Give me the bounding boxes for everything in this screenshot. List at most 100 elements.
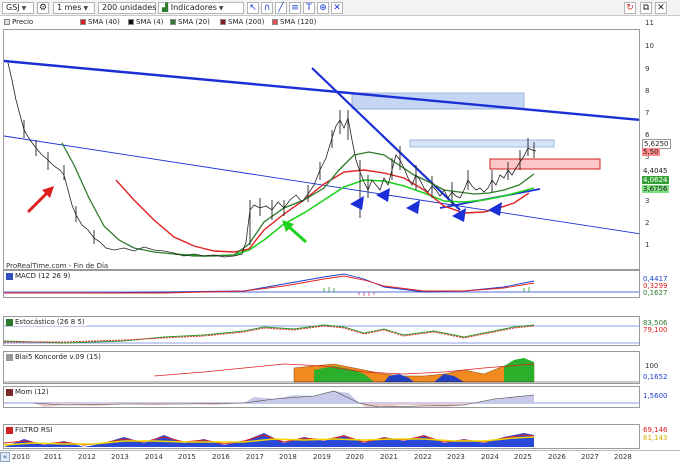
year-label: 2017 <box>246 453 264 461</box>
indicators-label: Indicadores <box>170 3 217 12</box>
legend-item-sma40[interactable]: SMA (40) <box>80 18 120 27</box>
year-label: 2015 <box>178 453 196 461</box>
green-arrow-icon <box>282 220 307 244</box>
year-label: 2018 <box>279 453 297 461</box>
price-tag-level: 5,50 <box>642 148 660 156</box>
momentum-panel[interactable]: Mom (12) <box>3 386 640 408</box>
price-swatch <box>4 19 10 25</box>
momentum-scale: 1,5600 <box>641 386 680 408</box>
macd-hist-value: 0,1627 <box>643 289 668 297</box>
year-label: 2010 <box>12 453 30 461</box>
year-label: 2019 <box>313 453 331 461</box>
year-label: 2012 <box>78 453 96 461</box>
legend-item-sma4[interactable]: SMA (4) <box>128 18 163 27</box>
stochastic-scale: 83,506 79,100 <box>641 316 680 346</box>
time-axis[interactable]: « 2010 2011 2012 2013 2014 2015 2016 201… <box>0 450 680 462</box>
magnet-icon[interactable]: ∩ <box>261 2 273 14</box>
stochastic-panel[interactable]: Estocástico (26 8 5) <box>3 316 640 346</box>
indicator-icon <box>6 388 13 396</box>
rsi-filter-title: FILTRO RSI <box>6 426 55 434</box>
legend-item-sma120[interactable]: SMA (120) <box>272 18 316 27</box>
price-tick: 8 <box>645 87 650 95</box>
sma4-swatch <box>128 19 134 25</box>
units-selector[interactable]: 200 unidades▼ <box>98 2 163 14</box>
year-label: 2022 <box>414 453 432 461</box>
price-tag-sma-light: 3,6756 <box>642 185 669 193</box>
legend-label: SMA (4) <box>136 18 164 26</box>
legend-label: Precio <box>12 18 34 26</box>
momentum-title-text: Mom (12) <box>15 388 49 396</box>
downtrend-line <box>311 67 461 211</box>
source-label: ProRealTime.com - Fin de Día <box>6 262 109 270</box>
indicators-icon: ▟ <box>162 3 169 12</box>
year-label: 2024 <box>481 453 499 461</box>
stochastic-title: Estocástico (26 8 5) <box>6 318 87 326</box>
momentum-canvas <box>4 390 639 407</box>
chevron-down-icon: ▼ <box>83 5 89 12</box>
scroll-left-icon[interactable]: « <box>0 452 10 462</box>
indicator-icon <box>6 353 13 361</box>
price-series <box>7 62 537 258</box>
year-label: 2011 <box>44 453 62 461</box>
sma-long-green <box>173 179 535 257</box>
koncorde-value: 0,1652 <box>643 373 668 381</box>
toolbar: GSJ▼ ⚙ 1 mes▼ 200 unidades▼ ▟ Indicadore… <box>0 0 680 16</box>
macd-scale: 0,4417 0,3299 0,1627 <box>641 270 680 298</box>
support-zone-red <box>489 158 601 170</box>
symbol-selector[interactable]: GSJ ▼ <box>2 2 34 14</box>
timeframe-selector[interactable]: 1 mes ▼ <box>53 2 95 14</box>
settings-icon[interactable]: ⚙ <box>37 2 49 14</box>
macd-canvas <box>4 273 639 296</box>
alert-icon[interactable]: ↻ <box>624 2 636 14</box>
macd-panel[interactable]: MACD (12 26 9) <box>3 270 640 298</box>
year-label: 2014 <box>145 453 163 461</box>
sma120-swatch <box>272 19 278 25</box>
year-label: 2020 <box>346 453 364 461</box>
text-tool-icon[interactable]: T <box>303 2 315 14</box>
koncorde-title: Blai5 Koncorde v.09 (15) <box>6 353 103 361</box>
price-scale[interactable]: 11 10 9 8 7 6 5 4 3 2 1 5,6250 5,50 4,40… <box>641 17 680 270</box>
resistance-zone-lower <box>409 139 555 148</box>
price-tick: 7 <box>645 109 650 117</box>
chevron-down-icon: ▼ <box>218 5 224 12</box>
indicators-button[interactable]: ▟ Indicadores ▼ <box>158 2 244 14</box>
price-tag-sma: 4,4045 <box>642 167 669 175</box>
delete-drawings-icon[interactable]: ✕ <box>331 2 343 14</box>
koncorde-scale: 100 0,1652 <box>641 351 680 384</box>
chevron-down-icon: ▼ <box>21 5 27 12</box>
red-arrow-icon <box>26 186 54 214</box>
legend-label: SMA (200) <box>228 18 265 26</box>
legend-item-sma20[interactable]: SMA (20) <box>170 18 210 27</box>
price-tag-sma-green: 4,0624 <box>642 176 669 184</box>
koncorde-panel[interactable]: Blai5 Koncorde v.09 (15) <box>3 351 640 384</box>
detach-icon[interactable]: ⧉ <box>640 2 652 14</box>
price-chart-canvas <box>4 59 639 258</box>
year-label: 2027 <box>581 453 599 461</box>
stochastic-canvas <box>4 324 639 344</box>
line-tool-icon[interactable]: ╱ <box>275 2 287 14</box>
indicator-legend: Precio SMA (40) SMA (4) SMA (20) SMA (20… <box>0 17 640 28</box>
rsi-filter-value: 61,143 <box>643 434 668 442</box>
close-icon[interactable]: ✕ <box>655 2 667 14</box>
timeframe-label: 1 mes <box>57 3 82 12</box>
units-label: 200 unidades <box>102 3 157 12</box>
legend-item-price[interactable]: Precio <box>4 18 33 27</box>
stochastic-d-value: 79,100 <box>643 326 668 334</box>
pointer-icon[interactable]: ↖ <box>247 2 259 14</box>
indicator-icon <box>6 272 13 280</box>
year-label: 2021 <box>380 453 398 461</box>
rsi-filter-scale: 69,146 61,143 <box>641 424 680 449</box>
fibonacci-icon[interactable]: ≡ <box>289 2 301 14</box>
year-label: 2016 <box>212 453 230 461</box>
sma20-swatch <box>170 19 176 25</box>
rsi-filter-canvas <box>4 433 535 447</box>
year-label: 2026 <box>548 453 566 461</box>
legend-item-sma200[interactable]: SMA (200) <box>220 18 264 27</box>
momentum-value: 1,5600 <box>643 392 668 400</box>
sma40-swatch <box>80 19 86 25</box>
rsi-filter-panel[interactable]: FILTRO RSI <box>3 424 640 449</box>
stochastic-title-text: Estocástico (26 8 5) <box>15 318 85 326</box>
price-chart-panel[interactable]: ProRealTime.com - Fin de Día <box>3 29 640 270</box>
zoom-icon[interactable]: ⊕ <box>317 2 329 14</box>
price-tick: 1 <box>645 241 650 249</box>
